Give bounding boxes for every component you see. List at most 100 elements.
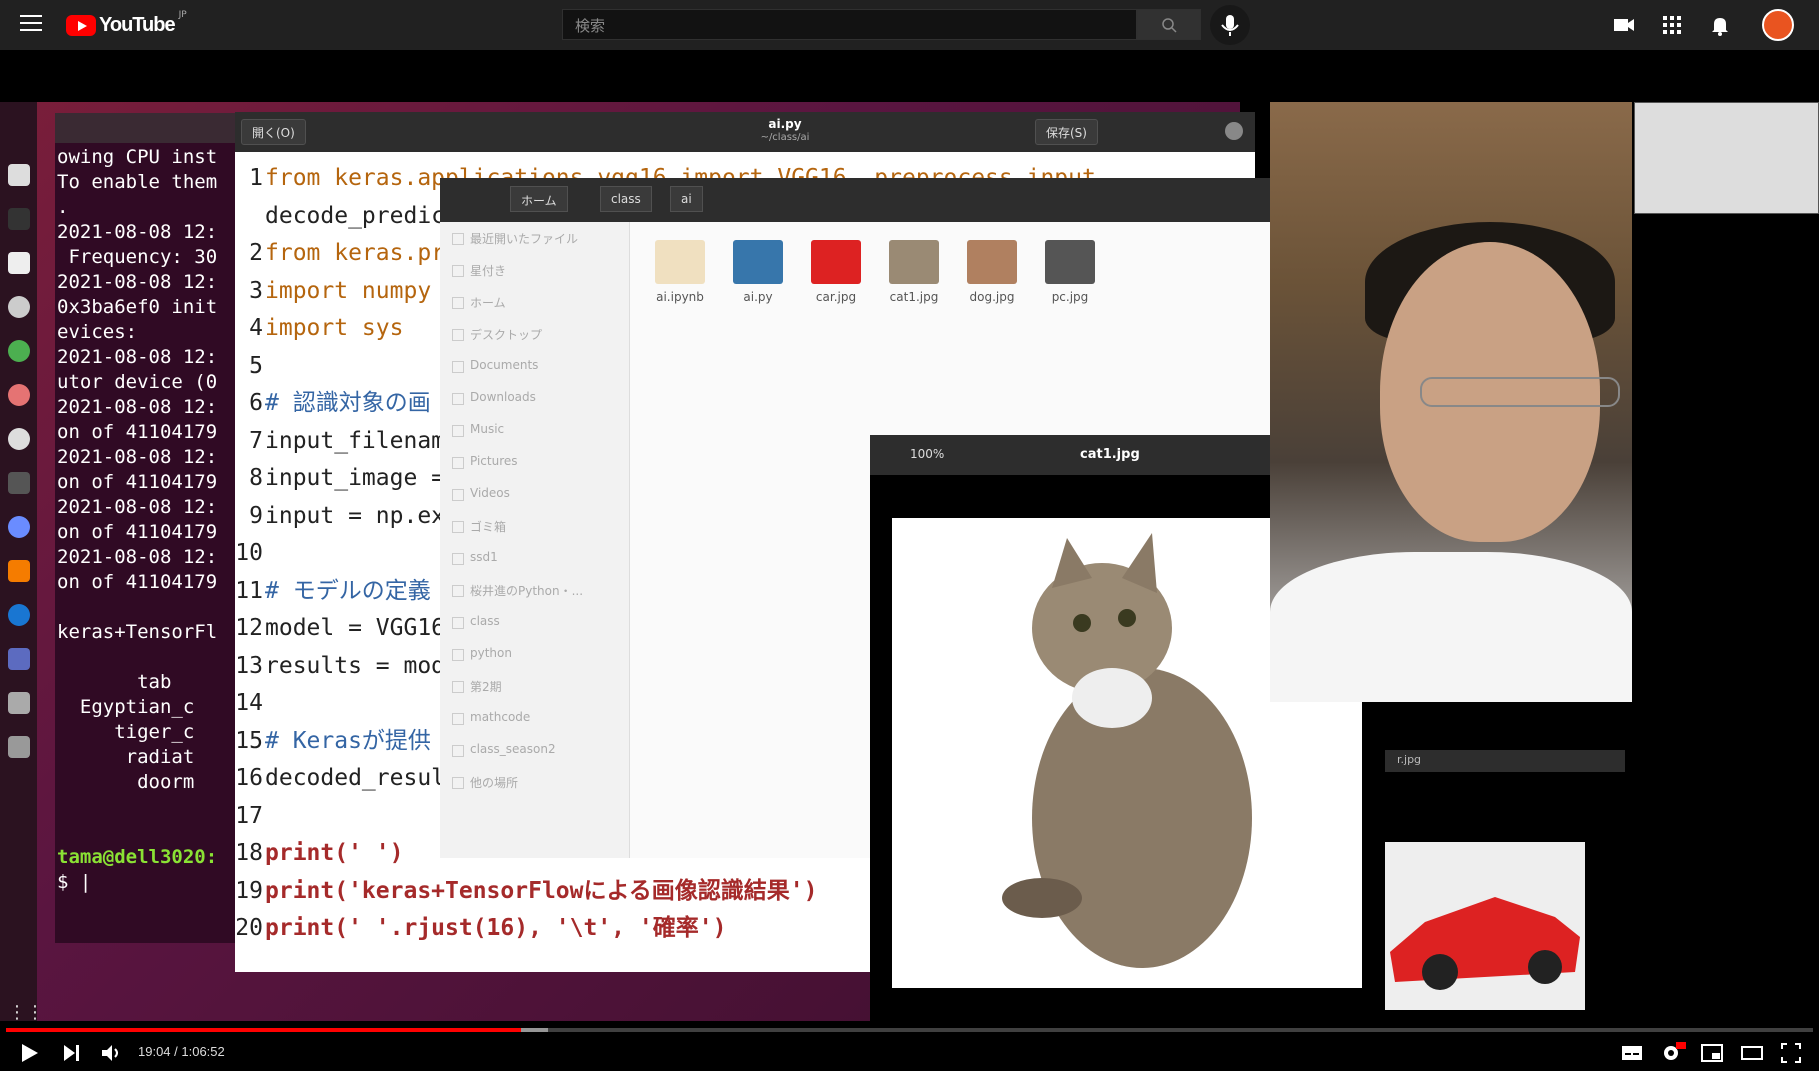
file-name: cat1.jpg <box>889 290 939 304</box>
subtitles-icon[interactable] <box>1620 1042 1644 1064</box>
sidebar-item[interactable]: Music <box>440 414 629 446</box>
image-viewer-title: cat1.jpg <box>1080 447 1140 462</box>
crumb-ai[interactable]: ai <box>670 186 703 212</box>
line-number: 18 <box>235 840 263 866</box>
terminal-line: keras+TensorFl <box>57 621 218 643</box>
crumb-home[interactable]: ホーム <box>510 186 568 212</box>
code-text: from keras.pre <box>265 240 459 266</box>
sidebar-item[interactable]: 桜井進のPython・... <box>440 574 629 606</box>
search-input[interactable]: 検索 <box>562 9 1137 40</box>
microphone-icon <box>1221 15 1239 36</box>
file-item[interactable]: ai.py <box>718 240 798 304</box>
sidebar-item[interactable]: ホーム <box>440 286 629 318</box>
sidebar-item[interactable]: Videos <box>440 478 629 510</box>
code-text: import sys <box>265 315 404 341</box>
terminal-line: on of 41104179 <box>57 571 218 593</box>
line-number: 17 <box>235 802 263 829</box>
file-item[interactable]: cat1.jpg <box>874 240 954 304</box>
terminal-line: 2021-08-08 12: <box>57 271 218 293</box>
zoom-level[interactable]: 100% <box>910 447 944 461</box>
next-icon[interactable] <box>62 1042 82 1064</box>
code-text: print(' ') <box>265 840 404 866</box>
sidebar-item[interactable]: ssd1 <box>440 542 629 574</box>
terminal-line: on of 41104179 <box>57 521 218 543</box>
sidebar-item[interactable]: 他の場所 <box>440 766 629 798</box>
code-text: # 認識対象の画 <box>265 390 431 416</box>
sidebar-item[interactable]: python <box>440 638 629 670</box>
file-name: ai.py <box>743 290 773 304</box>
line-number: 1 <box>249 165 263 191</box>
text-editor-app-icon <box>8 252 30 274</box>
ubuntu-dock: ⋮⋮ <box>0 102 44 1021</box>
sidebar-item[interactable]: mathcode <box>440 702 629 734</box>
code-text: input_filename <box>265 427 459 454</box>
sidebar-item[interactable]: 星付き <box>440 254 629 286</box>
terminal-line: $ | <box>57 871 92 893</box>
theater-mode-icon[interactable] <box>1740 1042 1764 1064</box>
file-item[interactable]: dog.jpg <box>952 240 1032 304</box>
file-item[interactable]: pc.jpg <box>1030 240 1110 304</box>
sidebar-item[interactable]: Downloads <box>440 382 629 414</box>
menu-icon[interactable] <box>20 15 42 33</box>
sidebar-item[interactable]: デスクトップ <box>440 318 629 350</box>
notifications-bell-icon[interactable] <box>1708 13 1732 37</box>
video-player[interactable]: ⋮⋮ owing CPU inst To enable them. 2021-08-… <box>0 50 1819 1021</box>
fullscreen-icon[interactable] <box>1780 1042 1802 1064</box>
sidebar-item[interactable]: 第2期 <box>440 670 629 702</box>
terminal-line: 2021-08-08 12: <box>57 396 218 418</box>
volume-icon[interactable] <box>100 1042 124 1064</box>
code-text: decoded_result <box>265 765 459 791</box>
file-item[interactable]: car.jpg <box>796 240 876 304</box>
code-text: # Kerasが提供 <box>265 727 431 754</box>
terminal-line: Egyptian_c <box>57 696 195 718</box>
sidebar-item[interactable]: 最近開いたファイル <box>440 222 629 254</box>
save-button[interactable]: 保存(S) <box>1035 119 1098 145</box>
app-icon <box>8 516 30 538</box>
create-video-icon[interactable] <box>1612 13 1636 37</box>
crumb-class[interactable]: class <box>600 186 652 212</box>
voice-search-button[interactable] <box>1210 5 1250 45</box>
sidebar-item[interactable]: ゴミ箱 <box>440 510 629 542</box>
file-thumbnail <box>811 240 861 284</box>
play-icon[interactable] <box>18 1042 40 1064</box>
search-button[interactable] <box>1137 9 1201 40</box>
file-item[interactable]: ai.ipynb <box>640 240 720 304</box>
line-number: 3 <box>249 277 263 304</box>
youtube-logo[interactable]: YouTube JP <box>66 10 187 38</box>
sidebar-item[interactable]: class <box>440 606 629 638</box>
terminal-line: tama@dell3020: <box>57 846 218 868</box>
terminal-line: 2021-08-08 12: <box>57 446 218 468</box>
open-button[interactable]: 開く(O) <box>241 119 306 145</box>
screen-thumbnail <box>1634 102 1819 214</box>
line-number: 10 <box>235 540 263 566</box>
file-manager-toolbar: ホーム class ai <box>440 178 1270 222</box>
terminal-line: . <box>57 196 69 218</box>
code-text: print(' '.rjust(16), '\t', '確率') <box>265 915 727 941</box>
car-image <box>1385 842 1585 1010</box>
miniplayer-icon[interactable] <box>1700 1042 1724 1064</box>
terminal-line: Frequency: 30 <box>57 246 218 268</box>
line-number: 5 <box>249 352 263 379</box>
sidebar-item[interactable]: class_season2 <box>440 734 629 766</box>
close-icon[interactable] <box>1225 122 1243 140</box>
terminal-window: owing CPU inst To enable them. 2021-08-08 … <box>55 113 255 943</box>
line-number: 15 <box>235 727 263 754</box>
code-text: print('keras+TensorFlowによる画像認識結果') <box>265 877 818 904</box>
code-text: input = np.exp <box>265 502 459 529</box>
account-avatar[interactable] <box>1762 9 1794 41</box>
line-number: 16 <box>235 765 263 791</box>
presenter-shirt <box>1270 552 1632 702</box>
progress-bar[interactable] <box>6 1028 1813 1032</box>
code-text: decode_predict <box>265 202 459 229</box>
sidebar-item[interactable]: Pictures <box>440 446 629 478</box>
settings-gear-icon[interactable] <box>1660 1042 1686 1064</box>
apps-grid-icon[interactable] <box>1660 13 1684 37</box>
terminal-line: 2021-08-08 12: <box>57 496 218 518</box>
code-text: model = VGG16( <box>265 615 459 641</box>
editor-path: ~/class/ai <box>760 132 810 143</box>
player-controls: 19:04 / 1:06:52 <box>0 1034 1819 1071</box>
car-viewer-title: r.jpg <box>1397 753 1422 766</box>
sidebar-item[interactable]: Documents <box>440 350 629 382</box>
